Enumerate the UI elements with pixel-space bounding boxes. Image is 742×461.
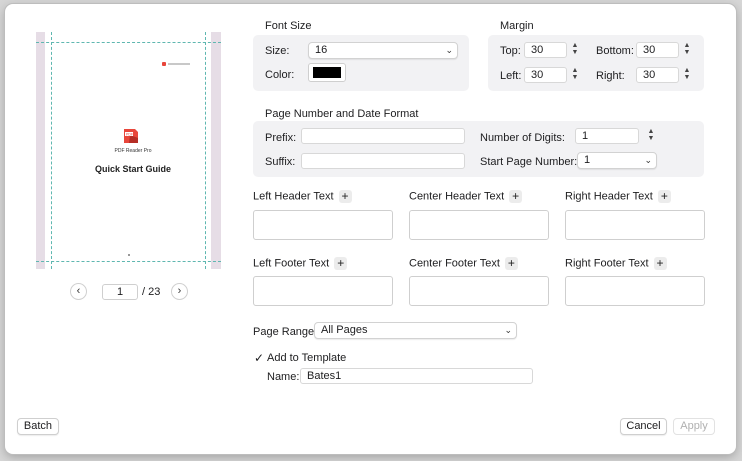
margin-guide-right [205, 32, 206, 269]
suffix-input[interactable] [301, 153, 465, 169]
start-page-select[interactable]: 1 ⌄ [577, 152, 657, 169]
bottom-margin-input[interactable]: 30 [636, 42, 679, 58]
left-footer-textarea[interactable] [253, 276, 393, 306]
left-header-textarea[interactable] [253, 210, 393, 240]
right-header-label: Right Header Text + [565, 190, 671, 203]
page-range-select[interactable]: All Pages ⌄ [314, 322, 517, 339]
right-footer-title: Right Footer Text [565, 257, 649, 270]
center-footer-label: Center Footer Text + [409, 257, 518, 270]
bottom-label: Bottom: [596, 45, 634, 57]
template-name-label: Name: [267, 371, 300, 383]
preview-footer-dot [128, 254, 130, 256]
page-range-select-value: All Pages [321, 324, 368, 336]
top-label: Top: [500, 45, 521, 57]
margin-guide-left [51, 32, 52, 269]
apply-button[interactable]: Apply [673, 418, 715, 435]
left-footer-label: Left Footer Text + [253, 257, 348, 270]
top-margin-stepper[interactable]: ▲ ▼ [570, 42, 580, 58]
pdf-reader-pro-logo-icon: PDF [124, 129, 138, 143]
size-select[interactable]: 16 ⌄ [308, 42, 458, 59]
add-center-header-button[interactable]: + [509, 190, 523, 203]
left-margin-input[interactable]: 30 [524, 67, 567, 83]
svg-text:PDF: PDF [126, 132, 133, 136]
right-header-textarea[interactable] [565, 210, 705, 240]
margin-guide-bottom [36, 261, 221, 262]
color-label: Color: [265, 69, 295, 81]
add-right-footer-button[interactable]: + [653, 257, 667, 270]
left-label: Left: [500, 70, 522, 82]
add-center-footer-button[interactable]: + [504, 257, 518, 270]
center-header-label: Center Header Text + [409, 190, 523, 203]
right-footer-textarea[interactable] [565, 276, 705, 306]
add-left-footer-button[interactable]: + [334, 257, 348, 270]
left-header-title: Left Header Text [253, 190, 334, 203]
digits-stepper[interactable]: ▲ ▼ [646, 128, 656, 144]
size-label: Size: [265, 45, 290, 57]
right-label: Right: [596, 70, 625, 82]
batch-button[interactable]: Batch [17, 418, 59, 435]
preview-panel: PDF PDF Reader Pro Quick Start Guide [36, 32, 221, 269]
preview-doc-title: Quick Start Guide [94, 164, 172, 174]
font-size-title: Font Size [265, 20, 312, 32]
page-number-format-title: Page Number and Date Format [265, 108, 419, 120]
center-header-title: Center Header Text [409, 190, 505, 203]
top-margin-input[interactable]: 30 [524, 42, 567, 58]
right-margin-stepper[interactable]: ▲ ▼ [682, 67, 692, 83]
cancel-button[interactable]: Cancel [620, 418, 667, 435]
add-to-template-label[interactable]: Add to Template [267, 352, 346, 364]
add-left-header-button[interactable]: + [338, 190, 352, 203]
color-well[interactable] [308, 63, 346, 82]
suffix-label: Suffix: [265, 156, 296, 168]
page-total-label: / 23 [142, 286, 161, 298]
left-margin-stepper[interactable]: ▲ ▼ [570, 67, 580, 83]
right-header-title: Right Header Text [565, 190, 653, 203]
preview-small-logo [162, 62, 190, 66]
prefix-label: Prefix: [265, 132, 297, 144]
left-footer-title: Left Footer Text [253, 257, 330, 270]
chevron-down-icon: ⌄ [504, 325, 512, 335]
center-footer-title: Center Footer Text [409, 257, 500, 270]
bates-dialog: PDF PDF Reader Pro Quick Start Guide ‹ 1… [5, 4, 736, 454]
next-page-button[interactable]: › [171, 283, 188, 300]
center-footer-textarea[interactable] [409, 276, 549, 306]
center-header-textarea[interactable] [409, 210, 549, 240]
right-margin-input[interactable]: 30 [636, 67, 679, 83]
start-page-select-value: 1 [584, 154, 591, 166]
right-footer-label: Right Footer Text + [565, 257, 667, 270]
add-right-header-button[interactable]: + [657, 190, 671, 203]
template-name-input[interactable]: Bates1 [300, 368, 533, 384]
digits-label: Number of Digits: [480, 132, 565, 144]
margin-title: Margin [500, 20, 534, 32]
preview-logo-text: PDF Reader Pro [114, 148, 152, 154]
bottom-margin-stepper[interactable]: ▲ ▼ [682, 42, 692, 58]
prefix-input[interactable] [301, 128, 465, 144]
page-range-label: Page Range: [253, 326, 318, 338]
checkmark-icon[interactable]: ✓ [254, 351, 264, 365]
color-swatch [313, 67, 341, 78]
margin-guide-top [36, 42, 221, 43]
left-header-label: Left Header Text + [253, 190, 352, 203]
chevron-down-icon: ⌄ [445, 45, 453, 55]
page-number-input[interactable]: 1 [102, 284, 138, 300]
prev-page-button[interactable]: ‹ [70, 283, 87, 300]
chevron-down-icon: ⌄ [644, 155, 652, 165]
size-select-value: 16 [315, 44, 328, 56]
digits-input[interactable]: 1 [575, 128, 639, 144]
start-page-label: Start Page Number: [480, 156, 578, 168]
